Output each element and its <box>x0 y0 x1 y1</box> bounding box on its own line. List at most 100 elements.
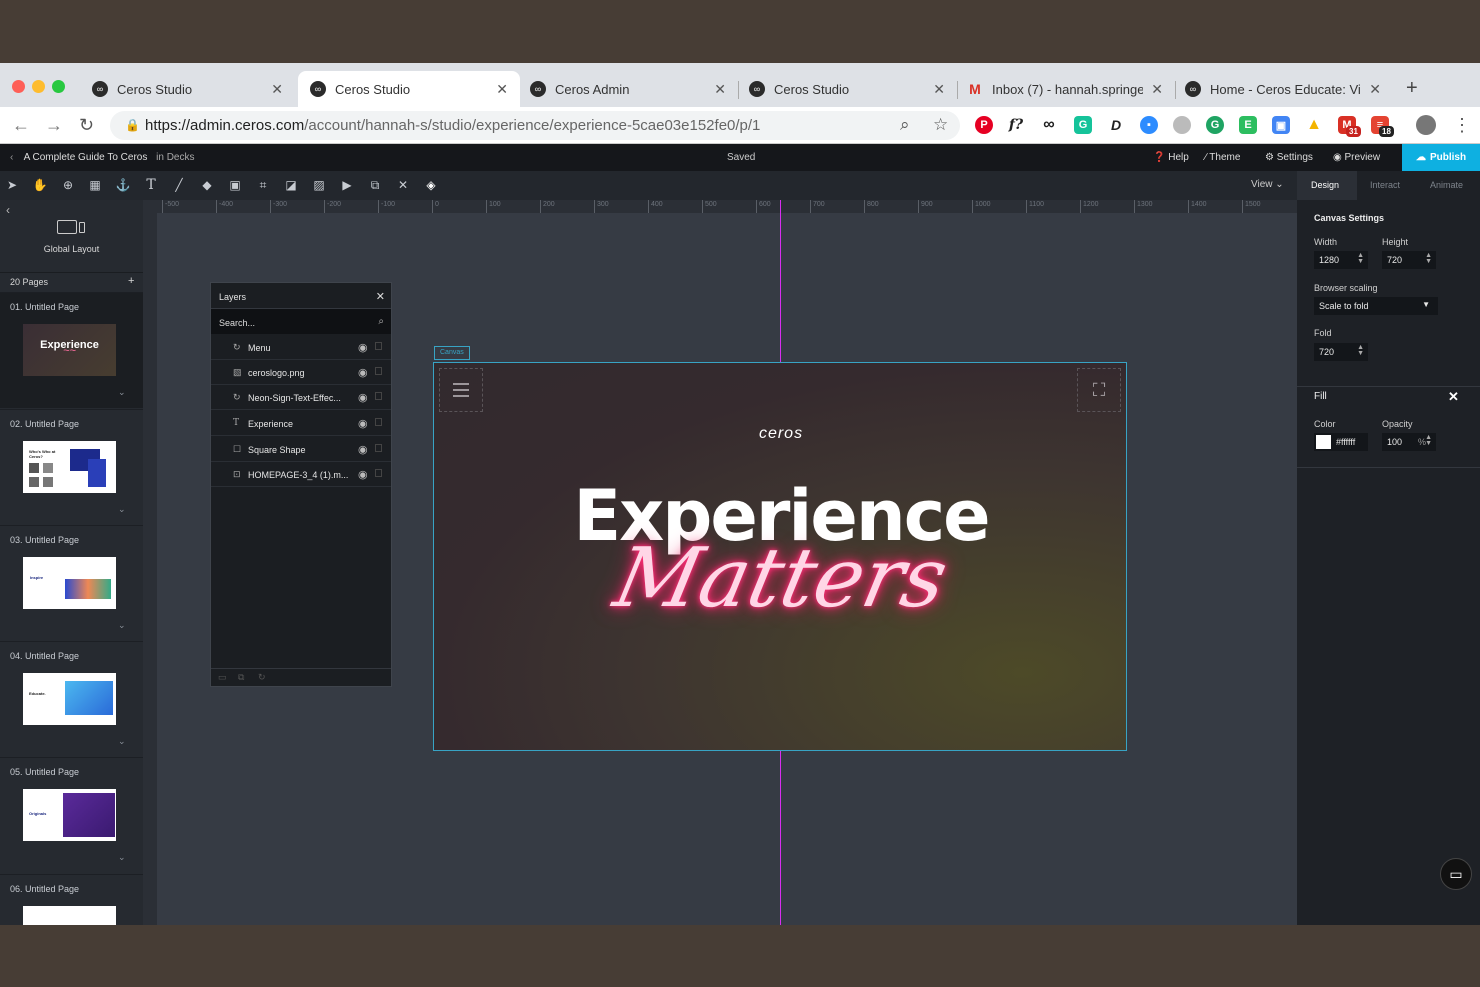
bookmark-star-icon[interactable]: ☆ <box>933 115 948 135</box>
search-icon[interactable]: ⌕ <box>378 316 384 327</box>
layer-item[interactable]: ⊡ HOMEPAGE-3_4 (1).m... ◉ <box>211 462 391 487</box>
dict-extension-icon[interactable]: D <box>1107 116 1125 134</box>
hand-tool-icon[interactable]: ✋ <box>33 178 48 192</box>
fold-field[interactable]: 720 ▲ ▼ <box>1314 343 1368 361</box>
layer-item[interactable]: T Experience ◉ <box>211 411 391 436</box>
ceros-logo[interactable]: ceros <box>434 425 1126 443</box>
anchor-tool-icon[interactable]: ⚓ <box>116 178 131 192</box>
neon-text-matters[interactable]: Matters <box>434 531 1126 626</box>
duplicate-icon[interactable]: ⧉ <box>238 672 244 683</box>
close-tab-icon[interactable]: ✕ <box>933 81 945 98</box>
ceros-extension-icon[interactable]: ∞ <box>1040 116 1058 134</box>
hotspot-tool-icon[interactable]: ⌗ <box>256 178 270 192</box>
layer-item[interactable]: ☐ Square Shape ◉ <box>211 437 391 462</box>
tab-design[interactable]: Design <box>1297 171 1357 200</box>
zoom-extension-icon[interactable]: ▪ <box>1140 116 1158 134</box>
text-tool-icon[interactable]: T <box>144 177 158 193</box>
view-dropdown[interactable]: View ⌄ <box>1251 179 1284 190</box>
browser-tab[interactable]: ∞ Home - Ceros Educate: Vi ✕ <box>1173 71 1393 107</box>
svg-tool-icon[interactable]: ▣ <box>228 178 242 192</box>
breadcrumb[interactable]: ‹ A Complete Guide To Ceros in Decks <box>10 152 195 163</box>
close-tab-icon[interactable]: ✕ <box>496 81 508 98</box>
embed-tool-icon[interactable]: ⧉ <box>368 178 382 192</box>
browser-menu-icon[interactable]: ⋮ <box>1453 115 1471 136</box>
evernote-icon[interactable]: E <box>1239 116 1257 134</box>
height-field[interactable]: 720 ▲ ▼ <box>1382 251 1436 269</box>
close-tab-icon[interactable]: ✕ <box>714 81 726 98</box>
grammarly-icon[interactable]: G <box>1074 116 1092 134</box>
page-item[interactable]: 05. Untitled Page Originals ⌄ <box>0 757 143 873</box>
remove-fill-icon[interactable]: ✕ <box>1448 389 1459 405</box>
publish-button[interactable]: ☁ Publish <box>1402 144 1480 171</box>
url-text[interactable]: https://admin.ceros.com/account/hannah-s… <box>145 117 760 134</box>
tab-interact[interactable]: Interact <box>1370 171 1400 200</box>
lock-icon[interactable] <box>375 444 382 452</box>
close-icon[interactable]: ✕ <box>376 290 385 303</box>
page-item[interactable]: 03. Untitled Page Inspire ⌄ <box>0 525 143 641</box>
browser-tab[interactable]: M Inbox (7) - hannah.springe ✕ <box>955 71 1175 107</box>
theme-button[interactable]: ∕ Theme <box>1205 152 1240 163</box>
design-canvas[interactable]: ⛶ ceros Experience Matters <box>433 362 1127 751</box>
frame-tool-icon[interactable]: ◪ <box>284 178 298 192</box>
chevron-down-icon[interactable]: ⌄ <box>118 736 126 747</box>
preview-button[interactable]: ◉ Preview <box>1333 152 1380 163</box>
color-field[interactable]: #ffffff <box>1314 433 1368 451</box>
eye-icon[interactable]: ◉ <box>358 366 368 379</box>
zoom-icon[interactable]: ⌕ <box>900 115 910 135</box>
line-tool-icon[interactable]: ╱ <box>172 178 186 192</box>
color-swatch[interactable] <box>1316 435 1331 449</box>
layers-search-input[interactable]: Search... ⌕ <box>211 309 391 334</box>
chat-support-icon[interactable]: ▭ <box>1440 858 1472 890</box>
eye-icon[interactable]: ◉ <box>358 417 368 430</box>
lock-icon[interactable] <box>375 367 382 375</box>
help-button[interactable]: ❓ Help <box>1153 152 1189 163</box>
lock-icon[interactable] <box>375 342 382 350</box>
chevron-down-icon[interactable]: ⌄ <box>118 620 126 631</box>
page-item[interactable]: 06. Untitled Page <box>0 874 143 925</box>
close-tab-icon[interactable]: ✕ <box>271 81 283 98</box>
shape-tool-icon[interactable]: ◆ <box>200 178 214 192</box>
image-tool-icon[interactable]: ▨ <box>312 178 326 192</box>
tab-animate[interactable]: Animate <box>1430 171 1463 200</box>
browser-tab-active[interactable]: ∞ Ceros Studio ✕ <box>298 71 520 107</box>
zoom-tool-icon[interactable]: ⊕ <box>61 178 75 192</box>
reload-icon[interactable]: ↻ <box>79 115 94 136</box>
close-tab-icon[interactable]: ✕ <box>1151 81 1163 98</box>
eye-icon[interactable]: ◉ <box>358 468 368 481</box>
video-tool-icon[interactable]: ▶ <box>340 178 354 192</box>
chevron-down-icon[interactable]: ⌄ <box>118 852 126 863</box>
collapse-sidebar-icon[interactable]: ‹ <box>6 203 10 217</box>
google-chat-icon[interactable]: ▣ <box>1272 116 1290 134</box>
chevron-left-icon[interactable]: ‹ <box>10 152 13 163</box>
back-icon[interactable]: ← <box>12 115 30 136</box>
close-window-button[interactable] <box>12 80 25 93</box>
lock-icon[interactable] <box>375 469 382 477</box>
lock-icon[interactable] <box>375 418 382 426</box>
address-bar[interactable]: 🔒 https://admin.ceros.com/account/hannah… <box>110 111 960 140</box>
layer-item[interactable]: ▧ ceroslogo.png ◉ <box>211 360 391 385</box>
chevron-down-icon[interactable]: ⌄ <box>118 387 126 398</box>
folder-icon[interactable]: ▭ <box>218 672 227 683</box>
minimize-window-button[interactable] <box>32 80 45 93</box>
browser-tab[interactable]: ∞ Ceros Studio ✕ <box>80 71 295 107</box>
width-field[interactable]: 1280 ▲ ▼ <box>1314 251 1368 269</box>
maximize-window-button[interactable] <box>52 80 65 93</box>
menu-icon[interactable] <box>439 368 483 412</box>
lock-icon[interactable] <box>375 392 382 400</box>
page-item[interactable]: 04. Untitled Page Educate. ⌄ <box>0 641 143 757</box>
layer-item[interactable]: ↻ Neon-Sign-Text-Effec... ◉ <box>211 385 391 410</box>
forward-icon[interactable]: → <box>45 115 63 136</box>
stepper-icon[interactable]: ▲ ▼ <box>1425 434 1432 447</box>
browser-tab[interactable]: ∞ Ceros Admin ✕ <box>518 71 738 107</box>
stepper-icon[interactable]: ▲ ▼ <box>1425 252 1432 265</box>
font-finder-icon[interactable]: f? <box>1007 116 1025 134</box>
opacity-field[interactable]: 100 % ▲ ▼ <box>1382 433 1436 451</box>
sync-icon[interactable]: ↻ <box>258 672 266 683</box>
grammarly-go-icon[interactable]: G <box>1206 116 1224 134</box>
stepper-icon[interactable]: ▲ ▼ <box>1357 344 1364 357</box>
google-drive-icon[interactable]: ▲ <box>1305 116 1323 134</box>
stepper-icon[interactable]: ▲ ▼ <box>1357 252 1364 265</box>
eye-icon[interactable]: ◉ <box>358 391 368 404</box>
extension-icon[interactable] <box>1173 116 1191 134</box>
chevron-down-icon[interactable]: ⌄ <box>118 504 126 515</box>
